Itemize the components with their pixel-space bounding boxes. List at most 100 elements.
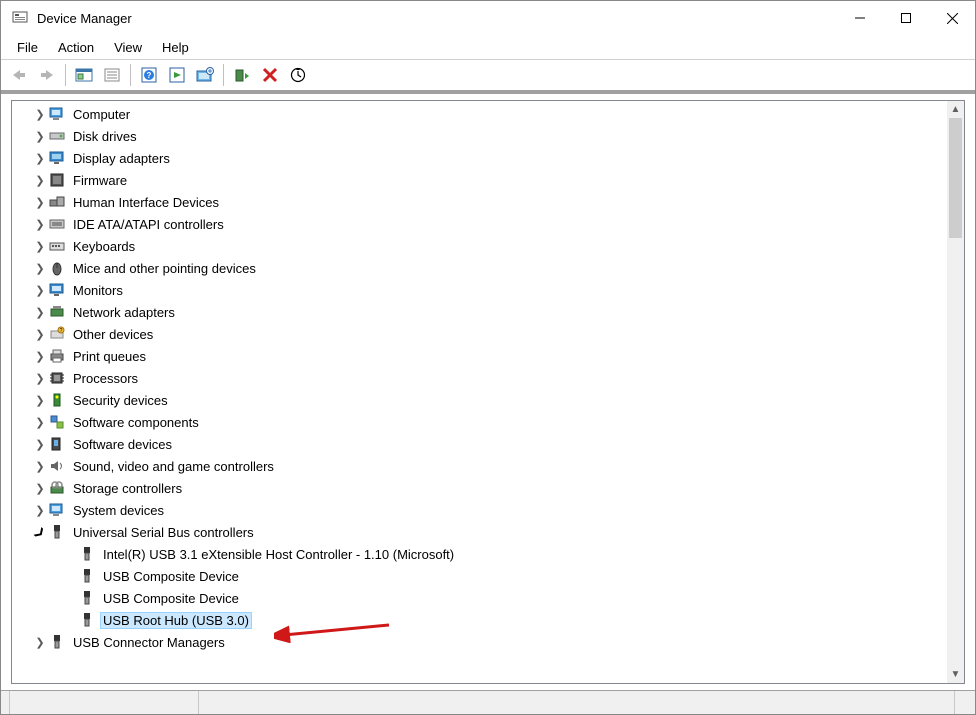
device-tree[interactable]: ❯ Computer ❯ Disk drives ❯ Display adapt… (12, 101, 947, 683)
node-label-selected: USB Root Hub (USB 3.0) (100, 612, 252, 629)
scroll-down-arrow-icon[interactable]: ▼ (947, 666, 964, 683)
tree-node-firmware[interactable]: ❯ Firmware (12, 169, 947, 191)
uninstall-device-button[interactable] (256, 62, 284, 88)
toolbar: ? (1, 59, 975, 91)
resize-grip[interactable] (955, 691, 975, 714)
node-label: Software components (70, 414, 202, 431)
show-hide-console-tree-button[interactable] (70, 62, 98, 88)
svg-text:?: ? (147, 71, 152, 80)
node-label: Universal Serial Bus controllers (70, 524, 257, 541)
expander-icon[interactable]: ❯ (32, 152, 48, 165)
node-label: Security devices (70, 392, 171, 409)
expander-icon[interactable]: ❯ (32, 240, 48, 253)
display-icon (48, 149, 66, 167)
node-label: Mice and other pointing devices (70, 260, 259, 277)
expander-icon[interactable]: ❯ (32, 284, 48, 297)
tree-node-other[interactable]: ❯ ? Other devices (12, 323, 947, 345)
expander-icon[interactable]: ❯ (32, 262, 48, 275)
tree-node-keyboards[interactable]: ❯ Keyboards (12, 235, 947, 257)
tree-node-usb-connector-managers[interactable]: ❯ USB Connector Managers (12, 631, 947, 653)
menu-bar: File Action View Help (1, 35, 975, 59)
usb-icon (48, 633, 66, 651)
tree-node-system[interactable]: ❯ System devices (12, 499, 947, 521)
tree-node-usb-composite1[interactable]: ❯ USB Composite Device (12, 565, 947, 587)
tree-node-ide[interactable]: ❯ IDE ATA/ATAPI controllers (12, 213, 947, 235)
menu-help[interactable]: Help (152, 38, 199, 57)
action-button[interactable] (163, 62, 191, 88)
tree-node-storage[interactable]: ❯ Storage controllers (12, 477, 947, 499)
tree-node-usb-composite2[interactable]: ❯ USB Composite Device (12, 587, 947, 609)
expander-icon[interactable]: ❯ (32, 306, 48, 319)
minimize-button[interactable] (837, 1, 883, 35)
tree-node-hid[interactable]: ❯ Human Interface Devices (12, 191, 947, 213)
tree-node-disk-drives[interactable]: ❯ Disk drives (12, 125, 947, 147)
node-label: System devices (70, 502, 167, 519)
maximize-button[interactable] (883, 1, 929, 35)
printer-icon (48, 347, 66, 365)
ide-icon (48, 215, 66, 233)
tree-node-usb-controllers[interactable]: ❯ Universal Serial Bus controllers (12, 521, 947, 543)
node-label: Display adapters (70, 150, 173, 167)
computer-icon (48, 105, 66, 123)
tree-node-security[interactable]: ❯ Security devices (12, 389, 947, 411)
menu-action[interactable]: Action (48, 38, 104, 57)
tree-node-processors[interactable]: ❯ Processors (12, 367, 947, 389)
processor-icon (48, 369, 66, 387)
expander-icon[interactable]: ❯ (32, 372, 48, 385)
expander-icon[interactable]: ❯ (32, 438, 48, 451)
usb-icon (78, 611, 96, 629)
expander-icon[interactable]: ❯ (32, 130, 48, 143)
close-button[interactable] (929, 1, 975, 35)
tree-node-mice[interactable]: ❯ Mice and other pointing devices (12, 257, 947, 279)
scrollbar-track[interactable] (947, 238, 964, 666)
node-label: IDE ATA/ATAPI controllers (70, 216, 227, 233)
help-button[interactable]: ? (135, 62, 163, 88)
forward-button[interactable] (33, 62, 61, 88)
tree-node-sound[interactable]: ❯ Sound, video and game controllers (12, 455, 947, 477)
status-cell (9, 691, 199, 714)
node-label: Monitors (70, 282, 126, 299)
tree-node-usb-root-hub[interactable]: ❯ USB Root Hub (USB 3.0) (12, 609, 947, 631)
tree-node-software-devices[interactable]: ❯ Software devices (12, 433, 947, 455)
app-icon (11, 9, 29, 27)
scrollbar-thumb[interactable] (949, 118, 962, 238)
expander-icon[interactable]: ❯ (32, 394, 48, 407)
expander-icon[interactable]: ❯ (32, 636, 48, 649)
enable-device-button[interactable] (228, 62, 256, 88)
expander-icon[interactable]: ❯ (32, 350, 48, 363)
scan-hardware-button[interactable] (284, 62, 312, 88)
hid-icon (48, 193, 66, 211)
expander-icon[interactable]: ❯ (32, 482, 48, 495)
disk-icon (48, 127, 66, 145)
tree-node-network[interactable]: ❯ Network adapters (12, 301, 947, 323)
tree-node-usb-intel[interactable]: ❯ Intel(R) USB 3.1 eXtensible Host Contr… (12, 543, 947, 565)
other-icon: ? (48, 325, 66, 343)
menu-file[interactable]: File (7, 38, 48, 57)
vertical-scrollbar[interactable]: ▲ ▼ (947, 101, 964, 683)
node-label: Software devices (70, 436, 175, 453)
menu-view[interactable]: View (104, 38, 152, 57)
tree-node-display-adapters[interactable]: ❯ Display adapters (12, 147, 947, 169)
expander-icon[interactable]: ❯ (32, 218, 48, 231)
expander-icon[interactable]: ❯ (32, 108, 48, 121)
software-components-icon (48, 413, 66, 431)
system-icon (48, 501, 66, 519)
properties-button[interactable] (98, 62, 126, 88)
node-label: Keyboards (70, 238, 138, 255)
tree-node-computer[interactable]: ❯ Computer (12, 103, 947, 125)
tree-node-print-queues[interactable]: ❯ Print queues (12, 345, 947, 367)
expander-icon[interactable]: ❯ (32, 196, 48, 209)
scroll-up-arrow-icon[interactable]: ▲ (947, 101, 964, 118)
node-label: Print queues (70, 348, 149, 365)
update-driver-button[interactable] (191, 62, 219, 88)
tree-node-monitors[interactable]: ❯ Monitors (12, 279, 947, 301)
usb-icon (48, 523, 66, 541)
security-icon (48, 391, 66, 409)
expander-icon[interactable]: ❯ (32, 504, 48, 517)
expander-icon[interactable]: ❯ (32, 416, 48, 429)
back-button[interactable] (5, 62, 33, 88)
tree-node-software-components[interactable]: ❯ Software components (12, 411, 947, 433)
expander-icon[interactable]: ❯ (32, 460, 48, 473)
expander-icon[interactable]: ❯ (32, 174, 48, 187)
expander-icon[interactable]: ❯ (32, 328, 48, 341)
